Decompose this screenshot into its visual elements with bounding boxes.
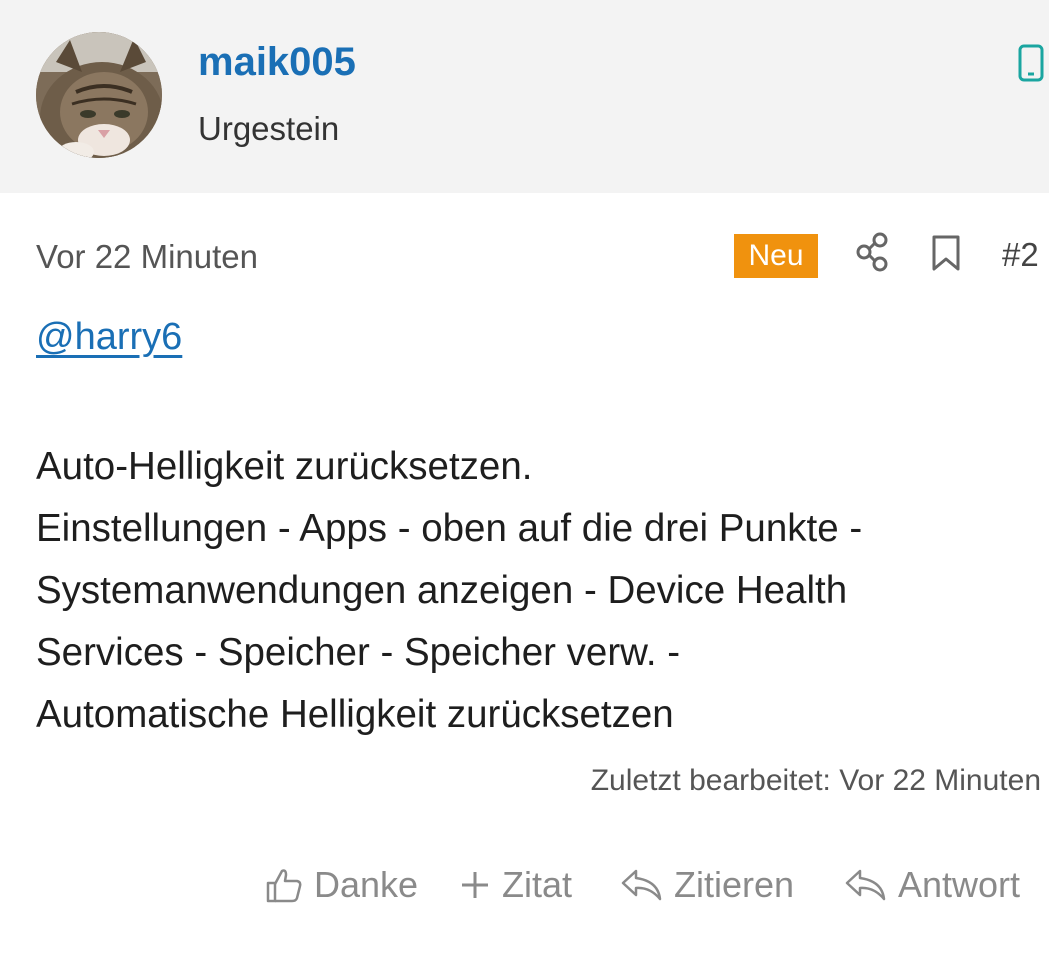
add-quote-label: Zitat	[502, 864, 573, 905]
plus-icon	[462, 872, 488, 898]
post-line: Systemanwendungen anzeigen - Device Heal…	[36, 569, 848, 612]
thanks-label: Danke	[314, 864, 419, 905]
post-line: Automatische Helligkeit zurücksetzen	[36, 693, 674, 736]
mobile-device-icon	[1014, 44, 1048, 82]
post-timestamp[interactable]: Vor 22 Minuten	[36, 238, 258, 276]
post-actions: Danke Zitat Zitieren Antwort	[0, 860, 1049, 910]
thumbs-up-icon	[266, 869, 302, 903]
author-username[interactable]: maik005	[198, 40, 356, 85]
share-icon[interactable]	[856, 232, 892, 272]
avatar[interactable]	[36, 32, 162, 158]
reply-label: Antwort	[898, 864, 1021, 905]
new-badge: Neu	[734, 234, 818, 278]
quote-label: Zitieren	[674, 864, 795, 905]
post-body: Auto-Helligkeit zurücksetzen. Einstellun…	[36, 436, 1036, 746]
author-rank: Urgestein	[198, 110, 340, 147]
reply-button[interactable]: Antwort	[844, 860, 1020, 910]
post-line: Auto-Helligkeit zurücksetzen.	[36, 445, 533, 488]
reply-arrow-icon	[621, 869, 662, 901]
post-number-link[interactable]: #2	[1002, 236, 1039, 274]
reply-arrow-icon	[845, 869, 886, 901]
add-quote-button[interactable]: Zitat	[458, 860, 572, 910]
quote-button[interactable]: Zitieren	[620, 860, 794, 910]
user-mention-link[interactable]: @harry6	[36, 316, 182, 359]
last-edited-note: Zuletzt bearbeitet: Vor 22 Minuten	[590, 764, 1041, 797]
post-header: maik005 Urgestein	[0, 0, 1049, 193]
post-line: Services - Speicher - Speicher verw. -	[36, 631, 681, 674]
bookmark-icon[interactable]	[930, 234, 962, 272]
post-line: Einstellungen - Apps - oben auf die drei…	[36, 507, 863, 550]
thanks-button[interactable]: Danke	[264, 860, 418, 910]
